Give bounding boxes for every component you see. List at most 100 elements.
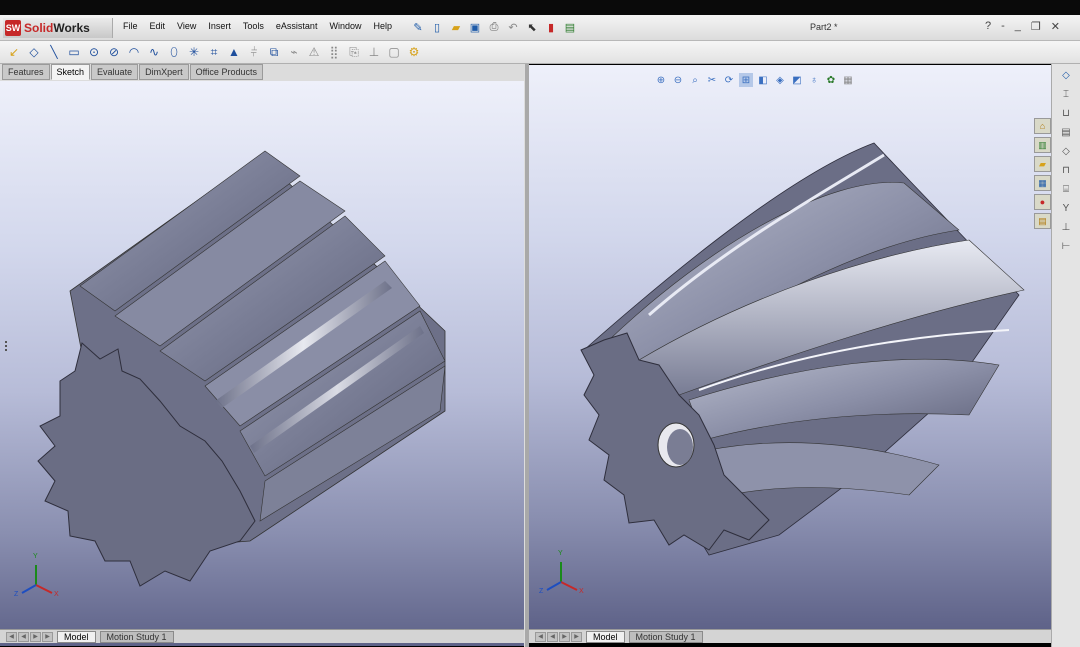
appearance-icon[interactable]: ✿ — [824, 73, 838, 87]
library-icon[interactable]: ▥ — [1034, 137, 1051, 153]
left-panel-handle[interactable] — [3, 335, 8, 357]
scene-icon[interactable]: ♁ — [807, 73, 821, 87]
triad-x-label: X — [54, 591, 59, 598]
task-pane-icon[interactable]: ⊢ — [1058, 238, 1074, 254]
zoom-area-icon[interactable]: ⊖ — [671, 73, 685, 87]
rotate-icon[interactable]: ⟳ — [722, 73, 736, 87]
save-icon[interactable]: ▣ — [467, 19, 483, 35]
menu-eassistant[interactable]: eAssistant — [270, 21, 324, 31]
zoom-fit-icon[interactable]: ⊕ — [654, 73, 668, 87]
line-icon[interactable]: ◇ — [26, 44, 42, 60]
spline-icon[interactable]: ∿ — [146, 44, 162, 60]
circle-icon[interactable]: ⊙ — [86, 44, 102, 60]
scene-icon[interactable]: ▦ — [841, 73, 855, 87]
smart-dimension-icon[interactable]: ↙ — [6, 44, 22, 60]
tab-model[interactable]: Model — [586, 630, 625, 643]
ellipse-icon[interactable]: ⬯ — [166, 44, 182, 60]
tab-sketch[interactable]: Sketch — [50, 64, 91, 80]
tab-dimxpert[interactable]: DimXpert — [139, 64, 189, 80]
arc-icon[interactable]: ◠ — [126, 44, 142, 60]
select-icon[interactable]: ⬉ — [524, 19, 540, 35]
menu-view[interactable]: View — [171, 21, 202, 31]
offset-icon[interactable]: ⫩ — [246, 44, 262, 60]
tab-office-products[interactable]: Office Products — [189, 64, 263, 80]
trim-icon[interactable]: ⌗ — [206, 44, 222, 60]
point-icon[interactable]: ✳ — [186, 44, 202, 60]
offset-icon[interactable]: ⎘ — [346, 44, 362, 60]
mirror-icon[interactable]: ⚠ — [306, 44, 322, 60]
options-icon[interactable]: ▢ — [386, 44, 402, 60]
last-tab-arrow-icon[interactable]: ▶ — [571, 631, 582, 642]
open-icon[interactable]: ▰ — [448, 19, 464, 35]
circle-icon[interactable]: ⊘ — [106, 44, 122, 60]
tab-motion-study[interactable]: Motion Study 1 — [99, 630, 174, 643]
graphics-area-left[interactable]: Y X Z — [0, 81, 524, 646]
new-document-icon[interactable]: ▯ — [429, 19, 445, 35]
previous-view-icon[interactable]: ⌕ — [688, 73, 702, 87]
rebuild-icon[interactable]: ▮ — [543, 19, 559, 35]
prev-tab-arrow-icon[interactable]: ◀ — [547, 631, 558, 642]
trim-icon[interactable]: ⌁ — [286, 44, 302, 60]
menu-insert[interactable]: Insert — [202, 21, 237, 31]
appearance-icon[interactable]: ● — [1034, 194, 1051, 210]
window-controls: ? - _ ❐ ✕ — [985, 20, 1060, 33]
mirror-icon[interactable]: ▲ — [226, 44, 242, 60]
spur-gear-model — [37, 150, 446, 587]
task-pane-icon[interactable]: ⊔ — [1058, 105, 1074, 121]
task-pane-icon[interactable]: Y — [1058, 200, 1074, 216]
first-tab-arrow-icon[interactable]: ◀ — [535, 631, 546, 642]
print-icon[interactable]: ⎙ — [486, 19, 502, 35]
tab-evaluate[interactable]: Evaluate — [91, 64, 139, 80]
undo-icon[interactable]: ↶ — [505, 19, 521, 35]
last-tab-arrow-icon[interactable]: ▶ — [42, 631, 53, 642]
section-view-icon[interactable]: ✂ — [705, 73, 719, 87]
display-style-icon[interactable]: ◧ — [756, 73, 770, 87]
help-button[interactable]: ? — [985, 20, 991, 33]
tab-model[interactable]: Model — [57, 630, 96, 643]
tab-scroll-arrows: ◀ ◀ ▶ ▶ — [535, 631, 582, 642]
task-pane-icon[interactable]: ◇ — [1058, 143, 1074, 159]
help-dropdown-button[interactable]: - — [1001, 20, 1005, 33]
next-tab-arrow-icon[interactable]: ▶ — [30, 631, 41, 642]
minimize-button[interactable]: _ — [1015, 20, 1021, 33]
hide-show-icon[interactable]: ◈ — [773, 73, 787, 87]
pattern-icon[interactable]: ⣿ — [326, 44, 342, 60]
menu-window[interactable]: Window — [323, 21, 367, 31]
pattern-icon[interactable]: ⧉ — [266, 44, 282, 60]
logo-mark-icon: SW — [5, 20, 21, 36]
arc-icon[interactable]: ⊥ — [366, 44, 382, 60]
home-icon[interactable]: ⌂ — [1034, 118, 1051, 134]
graphics-area-right[interactable]: Y X Z — [529, 65, 1051, 630]
view-orientation-icon[interactable]: ⊞ — [739, 73, 753, 87]
first-tab-arrow-icon[interactable]: ◀ — [6, 631, 17, 642]
prev-tab-arrow-icon[interactable]: ◀ — [18, 631, 29, 642]
appearance-icon[interactable]: ◩ — [790, 73, 804, 87]
tab-motion-study[interactable]: Motion Study 1 — [628, 630, 703, 643]
menu-tools[interactable]: Tools — [237, 21, 270, 31]
triad-z-label: Z — [14, 591, 19, 598]
palette-icon[interactable]: ▦ — [1034, 175, 1051, 191]
restore-button[interactable]: ❐ — [1031, 20, 1041, 33]
line-icon[interactable]: ╲ — [46, 44, 62, 60]
menu-edit[interactable]: Edit — [144, 21, 172, 31]
rebuild-icon[interactable]: ⚙ — [406, 44, 422, 60]
bottom-tab-bar-right: ◀ ◀ ▶ ▶ Model Motion Study 1 — [529, 629, 1051, 643]
tab-features[interactable]: Features — [2, 64, 50, 80]
close-button[interactable]: ✕ — [1051, 20, 1060, 33]
helical-gear-model — [580, 142, 1025, 556]
next-tab-arrow-icon[interactable]: ▶ — [559, 631, 570, 642]
custom-properties-icon[interactable]: ▤ — [1034, 213, 1051, 229]
options-icon[interactable]: ▤ — [562, 19, 578, 35]
explorer-icon[interactable]: ▰ — [1034, 156, 1051, 172]
task-pane-pin-icon[interactable]: ◇ — [1058, 67, 1074, 83]
rectangle-icon[interactable]: ▭ — [66, 44, 82, 60]
task-pane-icon[interactable]: ⊥ — [1058, 219, 1074, 235]
task-pane-icon[interactable]: ⌶ — [1058, 86, 1074, 102]
solidworks-logo[interactable]: SW SolidWorks — [3, 18, 113, 38]
task-pane-icon[interactable]: ⌸ — [1058, 181, 1074, 197]
task-pane-icon[interactable]: ▤ — [1058, 124, 1074, 140]
pin-icon[interactable]: ✎ — [410, 19, 426, 35]
task-pane-icon[interactable]: ⊓ — [1058, 162, 1074, 178]
menu-help[interactable]: Help — [367, 21, 398, 31]
menu-file[interactable]: File — [117, 21, 144, 31]
